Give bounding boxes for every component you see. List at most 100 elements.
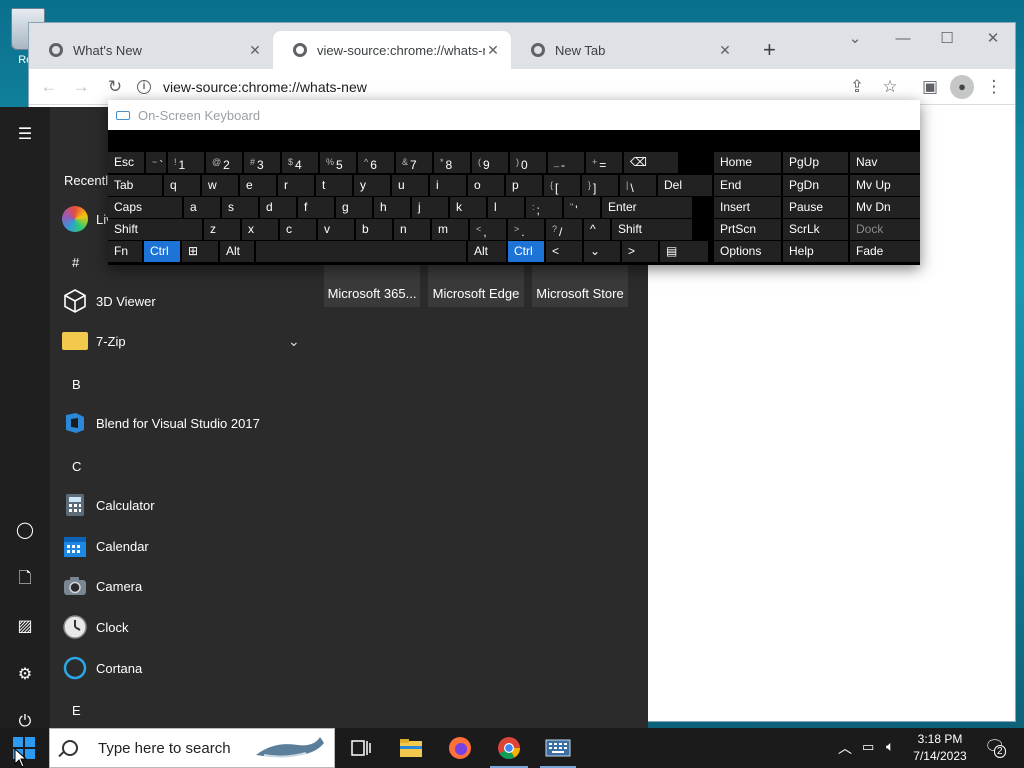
osk-nav-key[interactable]: Nav	[850, 152, 920, 173]
osk-key[interactable]: ~ `	[146, 152, 166, 173]
hamburger-menu-icon[interactable]: ☰	[13, 123, 37, 147]
osk-key[interactable]: d	[260, 197, 296, 218]
file-explorer-icon[interactable]	[398, 735, 424, 761]
tab-search-icon[interactable]: ⌄	[833, 27, 877, 51]
osk-key[interactable]: b	[356, 219, 392, 240]
tab-view-source[interactable]: view-source:chrome://whats-new ✕	[273, 31, 511, 69]
osk-key[interactable]: >	[622, 241, 658, 262]
close-tab-icon[interactable]: ✕	[717, 42, 733, 59]
osk-key[interactable]: z	[204, 219, 240, 240]
osk-key[interactable]: k	[450, 197, 486, 218]
side-panel-icon[interactable]: ▣	[918, 75, 942, 99]
osk-nav-key[interactable]: End	[714, 175, 781, 196]
osk-nav-key[interactable]: ScrLk	[783, 219, 848, 240]
osk-key[interactable]: + =	[586, 152, 622, 173]
osk-key[interactable]: * 8	[434, 152, 470, 173]
share-icon[interactable]: ⇪	[845, 75, 869, 99]
osk-key[interactable]: r	[278, 175, 314, 196]
osk-key[interactable]: #3	[244, 152, 280, 173]
osk-key[interactable]: ⌄	[584, 241, 620, 262]
osk-key[interactable]: q	[164, 175, 200, 196]
osk-nav-key[interactable]: Options	[714, 241, 781, 262]
osk-nav-key[interactable]: Insert	[714, 197, 781, 218]
osk-key[interactable]: x	[242, 219, 278, 240]
osk-key[interactable]: <	[546, 241, 582, 262]
osk-key[interactable]: @2	[206, 152, 242, 173]
osk-key[interactable]: & 7	[396, 152, 432, 173]
osk-key[interactable]: e	[240, 175, 276, 196]
pictures-icon[interactable]: ▨	[13, 615, 37, 639]
section-letter-c[interactable]: C	[72, 459, 81, 474]
app-camera[interactable]: Camera	[62, 568, 312, 604]
user-account-icon[interactable]: ◯	[13, 519, 37, 543]
maximize-button[interactable]: ☐	[925, 27, 969, 51]
osk-key[interactable]: ⌫	[624, 152, 678, 173]
osk-key[interactable]: v	[318, 219, 354, 240]
osk-key[interactable]: c	[280, 219, 316, 240]
osk-key[interactable]: g	[336, 197, 372, 218]
osk-key[interactable]: Enter	[602, 197, 692, 218]
osk-key[interactable]: t	[316, 175, 352, 196]
osk-nav-key[interactable]: Pause	[783, 197, 848, 218]
osk-key[interactable]: >.	[508, 219, 544, 240]
osk-key[interactable]: m	[432, 219, 468, 240]
osk-key[interactable]: <,	[470, 219, 506, 240]
osk-key[interactable]: }]	[582, 175, 618, 196]
osk-key[interactable]: Ctrl	[144, 241, 180, 262]
osk-nav-key[interactable]: Mv Up	[850, 175, 920, 196]
osk-key[interactable]: s	[222, 197, 258, 218]
on-screen-keyboard-taskbar-icon[interactable]	[545, 735, 571, 761]
osk-nav-key[interactable]: Mv Dn	[850, 197, 920, 218]
bookmark-star-icon[interactable]: ☆	[878, 75, 902, 99]
app-7zip-folder[interactable]: 7-Zip ⌄	[62, 323, 312, 359]
app-cortana[interactable]: Cortana	[62, 650, 312, 686]
app-blend[interactable]: Blend for Visual Studio 2017	[62, 405, 312, 441]
show-hidden-icons-chevron-icon[interactable]: ︿	[838, 738, 852, 758]
osk-key[interactable]: Caps	[108, 197, 182, 218]
osk-key[interactable]: $4	[282, 152, 318, 173]
osk-key[interactable]: Alt	[468, 241, 506, 262]
osk-key[interactable]	[256, 241, 466, 262]
address-bar[interactable]: i view-source:chrome://whats-new	[137, 72, 837, 102]
app-3d-viewer[interactable]: 3D Viewer	[62, 283, 312, 319]
osk-key[interactable]: l	[488, 197, 524, 218]
osk-titlebar[interactable]: On-Screen Keyboard	[108, 100, 920, 130]
profile-avatar-icon[interactable]: ●	[950, 75, 974, 99]
osk-key[interactable]: (9	[472, 152, 508, 173]
documents-icon[interactable]: 🗋	[13, 567, 37, 591]
osk-key[interactable]: u	[392, 175, 428, 196]
close-tab-icon[interactable]: ✕	[247, 42, 263, 59]
tab-new-tab[interactable]: New Tab ✕	[511, 31, 743, 69]
section-letter-b[interactable]: B	[72, 377, 81, 392]
osk-nav-key[interactable]: Home	[714, 152, 781, 173]
firefox-icon[interactable]	[447, 735, 473, 761]
osk-key[interactable]: p	[506, 175, 542, 196]
section-letter-hash[interactable]: #	[72, 255, 79, 270]
back-icon[interactable]: ←	[37, 75, 61, 99]
osk-nav-key[interactable]: PrtScn	[714, 219, 781, 240]
osk-key[interactable]: :;	[526, 197, 562, 218]
section-letter-e[interactable]: E	[72, 703, 81, 718]
osk-key[interactable]: Tab	[108, 175, 162, 196]
osk-key[interactable]: Shift	[108, 219, 202, 240]
close-window-button[interactable]: ✕	[971, 27, 1015, 51]
osk-nav-key[interactable]: PgUp	[783, 152, 848, 173]
osk-key[interactable]: f	[298, 197, 334, 218]
chrome-taskbar-icon[interactable]	[496, 735, 522, 761]
chevron-down-icon[interactable]: ⌄	[288, 333, 300, 350]
osk-key[interactable]: Del	[658, 175, 712, 196]
osk-key[interactable]: ^ 6	[358, 152, 394, 173]
osk-key[interactable]: Esc	[108, 152, 144, 173]
reload-icon[interactable]: ↻	[103, 75, 127, 99]
osk-key[interactable]: j	[412, 197, 448, 218]
new-tab-button[interactable]: +	[763, 37, 776, 63]
osk-key[interactable]: ? /	[546, 219, 582, 240]
osk-key[interactable]: Fn	[108, 241, 142, 262]
osk-key[interactable]: _ -	[548, 152, 584, 173]
close-tab-icon[interactable]: ✕	[485, 42, 501, 59]
osk-key[interactable]: % 5	[320, 152, 356, 173]
volume-muted-icon[interactable]: 🔈︎	[886, 738, 894, 755]
clock-area[interactable]: 3:18 PM 7/14/2023	[908, 728, 972, 768]
osk-key[interactable]: i	[430, 175, 466, 196]
osk-key[interactable]: Alt	[220, 241, 254, 262]
